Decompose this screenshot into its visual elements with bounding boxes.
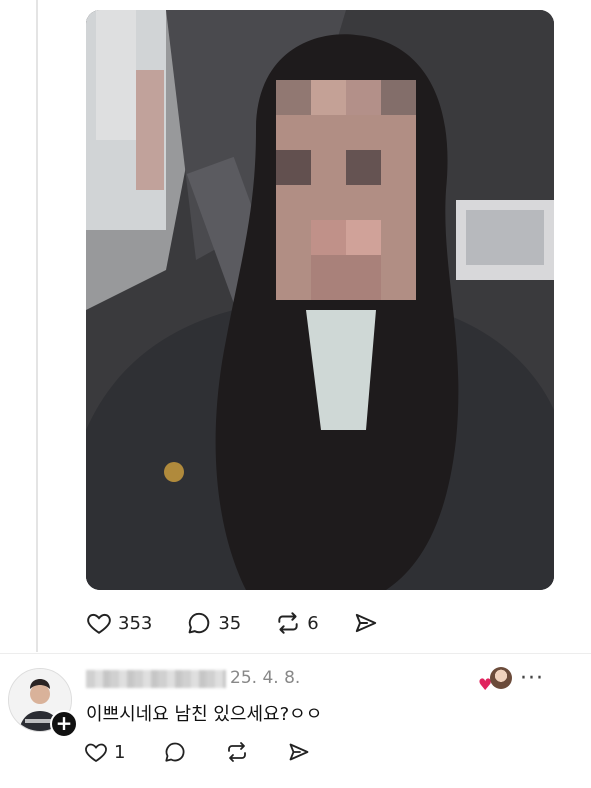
liked-by-author: ♥ [478, 667, 518, 694]
comment-icon [165, 742, 185, 762]
comment-share-button[interactable] [287, 740, 311, 764]
repost-count: 6 [307, 612, 319, 634]
author-mini-avatar [490, 667, 512, 689]
share-icon [290, 743, 309, 761]
share-button[interactable] [353, 610, 379, 636]
repost-icon [228, 742, 247, 762]
heart-icon [85, 743, 107, 763]
like-count: 353 [118, 612, 153, 634]
comment-repost-button[interactable] [225, 740, 249, 764]
divider [0, 653, 591, 654]
comment-button[interactable]: 35 [186, 610, 241, 636]
comment-action-bar: 1 [84, 740, 349, 764]
post-action-bar: 353 35 6 [86, 610, 413, 636]
comment-like-count: 1 [114, 741, 126, 763]
thread-line [36, 0, 38, 652]
comment-reply-button[interactable] [163, 740, 187, 764]
post-image[interactable] [86, 10, 554, 590]
like-button[interactable]: 353 [86, 610, 152, 636]
comment-text: 이쁘시네요 남친 있으세요?ㅇㅇ [86, 704, 323, 725]
more-icon[interactable]: ··· [520, 666, 544, 691]
commenter-username-blurred[interactable] [86, 670, 226, 688]
heart-icon [87, 613, 111, 634]
comment-like-button[interactable]: 1 [84, 740, 125, 764]
follow-plus-icon[interactable]: + [50, 710, 78, 738]
comment-count: 35 [218, 612, 242, 634]
share-icon [355, 613, 376, 633]
repost-button[interactable]: 6 [275, 610, 319, 636]
comment-icon [188, 612, 210, 634]
selfie-photo [86, 10, 554, 590]
comment-date: 25. 4. 8. [230, 668, 301, 688]
repost-icon [278, 612, 298, 634]
